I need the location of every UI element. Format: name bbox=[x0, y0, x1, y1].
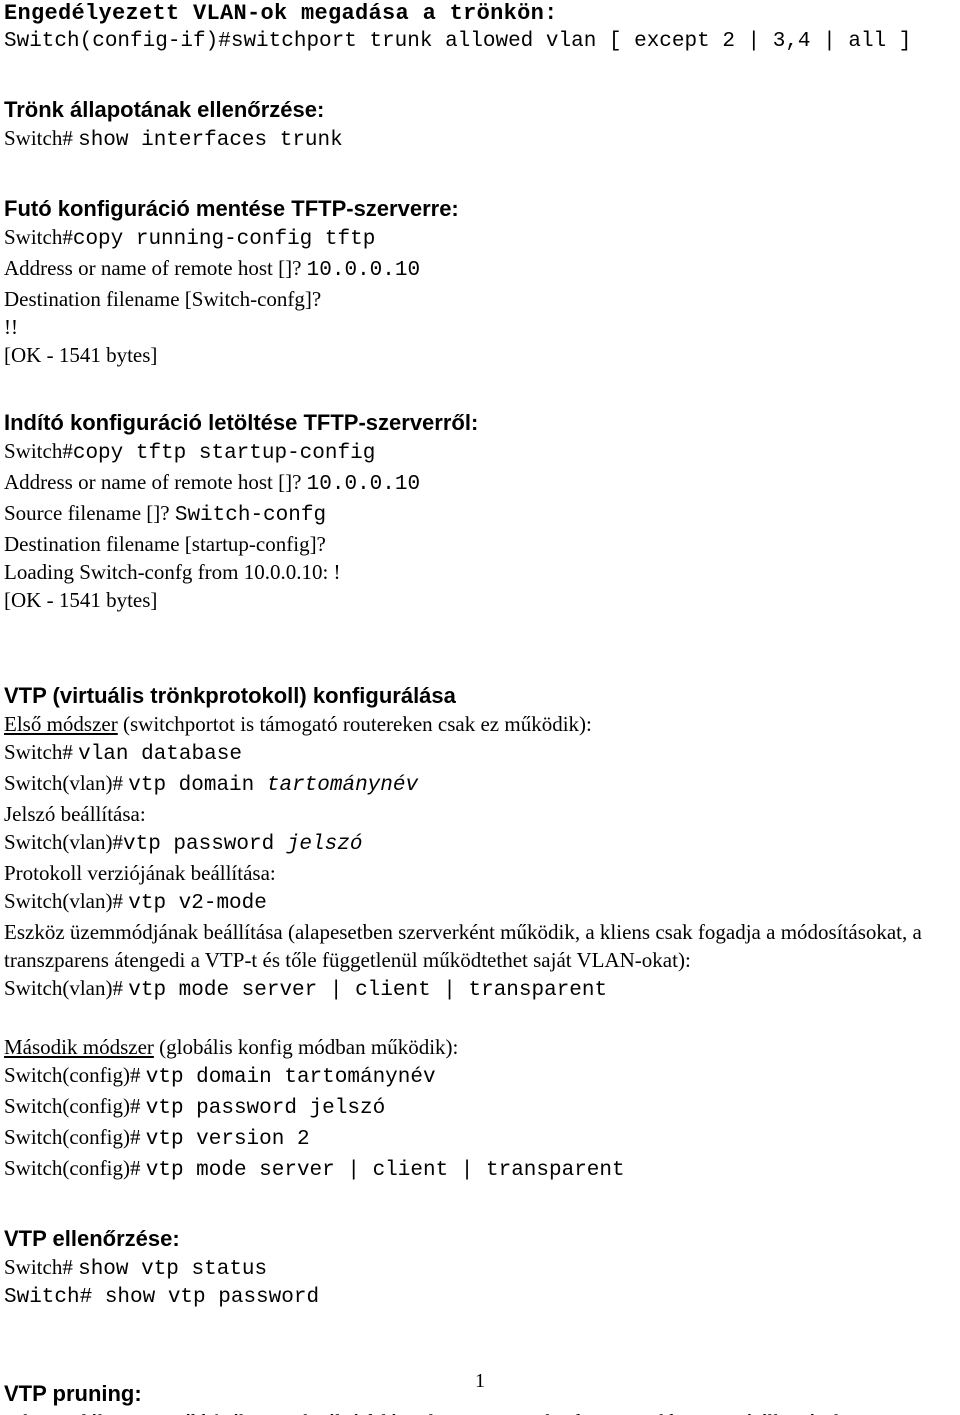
console-line: Destination filename [Switch-confg]? bbox=[4, 287, 322, 311]
pruning-paragraph: A kapcsolók nem továbbítják a trönk túls… bbox=[4, 1408, 954, 1415]
command-parameter: tartománynév bbox=[266, 774, 419, 797]
prompt-text: Source filename []? bbox=[4, 501, 175, 525]
console-line: Source filename []? Switch-confg bbox=[4, 499, 954, 530]
console-line: !! bbox=[4, 315, 18, 339]
command-text: vtp mode server | client | transparent bbox=[145, 1159, 625, 1182]
prompt-text: Switch# bbox=[4, 126, 79, 150]
command-text: 10.0.0.10 bbox=[306, 473, 421, 496]
command-text: vtp password bbox=[122, 833, 287, 856]
command-text: vtp v2-mode bbox=[128, 892, 267, 915]
method-one-label-underlined: Első módszer bbox=[4, 712, 118, 736]
command-text: vtp password jelszó bbox=[145, 1097, 386, 1120]
instruction-line: Protokoll verziójának beállítása: bbox=[4, 861, 276, 885]
command-parameter: jelszó bbox=[286, 833, 363, 856]
console-line: [OK - 1541 bytes] bbox=[4, 588, 158, 612]
prompt-text: Switch# bbox=[4, 740, 79, 764]
prompt-text: Switch(vlan)# bbox=[4, 889, 129, 913]
command-line: Switch(config-if)#switchport trunk allow… bbox=[4, 30, 912, 53]
prompt-text: Switch(vlan)# bbox=[4, 976, 129, 1000]
prompt-text: Switch(config)# bbox=[4, 1125, 146, 1149]
heading-vtp-config: VTP (virtuális trönkprotokoll) konfigurá… bbox=[4, 683, 456, 708]
prompt-text: Switch# bbox=[4, 225, 73, 249]
heading-trunk-status: Trönk állapotának ellenőrzése: bbox=[4, 97, 325, 122]
command-text: Switch-confg bbox=[174, 504, 327, 527]
command-line: Switch(vlan)#vtp password jelszó bbox=[4, 828, 954, 859]
prompt-text: Switch(vlan)# bbox=[4, 771, 129, 795]
prompt-text: Switch(config)# bbox=[4, 1063, 146, 1087]
command-text: copy running-config tftp bbox=[72, 228, 376, 251]
command-text: show vtp status bbox=[78, 1258, 268, 1281]
instruction-paragraph: Eszköz üzemmódjának beállítása (alapeset… bbox=[4, 920, 928, 972]
command-line: Switch(vlan)# vtp domain tartománynév bbox=[4, 769, 954, 800]
command-line: Switch(config)# vtp version 2 bbox=[4, 1123, 954, 1154]
instruction-line: Jelszó beállítása: bbox=[4, 802, 146, 826]
prompt-text: Switch(vlan)# bbox=[4, 830, 123, 854]
heading-save-running-config: Futó konfiguráció mentése TFTP-szerverre… bbox=[4, 196, 459, 221]
heading-load-startup-config: Indító konfiguráció letöltése TFTP-szerv… bbox=[4, 410, 479, 435]
heading-allowed-vlans: Engedélyezett VLAN-ok megadása a trönkön… bbox=[4, 1, 558, 26]
console-line: Destination filename [startup-config]? bbox=[4, 532, 326, 556]
prompt-text: Address or name of remote host []? bbox=[4, 256, 307, 280]
prompt-text: Switch# bbox=[4, 439, 73, 463]
prompt-text: Switch# bbox=[4, 1255, 79, 1279]
page-number: 1 bbox=[475, 1370, 485, 1392]
method-one-label-rest: (switchportot is támogató routereken csa… bbox=[117, 712, 592, 736]
console-line: [OK - 1541 bytes] bbox=[4, 343, 158, 367]
console-line: Address or name of remote host []? 10.0.… bbox=[4, 468, 954, 499]
command-text: 10.0.0.10 bbox=[306, 259, 421, 282]
command-line: Switch(vlan)# vtp mode server | client |… bbox=[4, 974, 954, 1005]
command-text: copy tftp startup-config bbox=[72, 442, 376, 465]
command-line: Switch#copy running-config tftp bbox=[4, 223, 954, 254]
command-text: vtp mode server | client | transparent bbox=[128, 979, 608, 1002]
command-line: Switch(vlan)# vtp v2-mode bbox=[4, 887, 954, 918]
command-text: vtp domain bbox=[128, 774, 267, 797]
command-line: Switch# show vtp password bbox=[4, 1286, 320, 1309]
command-line: Switch(config)# vtp mode server | client… bbox=[4, 1154, 954, 1185]
console-line: Address or name of remote host []? 10.0.… bbox=[4, 254, 954, 285]
console-line: Loading Switch-confg from 10.0.0.10: ! bbox=[4, 560, 341, 584]
prompt-text: Switch(config)# bbox=[4, 1094, 146, 1118]
command-line: Switch# show vtp status bbox=[4, 1253, 954, 1284]
heading-vtp-verify: VTP ellenőrzése: bbox=[4, 1226, 180, 1251]
command-line: Switch(config)# vtp domain tartománynév bbox=[4, 1061, 954, 1092]
document-page: Engedélyezett VLAN-ok megadása a trönkön… bbox=[0, 0, 960, 1415]
command-text: vlan database bbox=[78, 743, 242, 766]
command-line: Switch# show interfaces trunk bbox=[4, 124, 954, 155]
command-text: vtp domain tartománynév bbox=[145, 1066, 436, 1089]
prompt-text: Switch(config)# bbox=[4, 1156, 146, 1180]
method-one-label: Első módszer (switchportot is támogató r… bbox=[4, 710, 954, 738]
prompt-text: Address or name of remote host []? bbox=[4, 470, 307, 494]
command-line: Switch(config)# vtp password jelszó bbox=[4, 1092, 954, 1123]
command-line: Switch# vlan database bbox=[4, 738, 954, 769]
method-two-label: Második módszer (globális konfig módban … bbox=[4, 1033, 954, 1061]
command-text: vtp version 2 bbox=[145, 1128, 310, 1151]
command-line: Switch#copy tftp startup-config bbox=[4, 437, 954, 468]
command-text: show interfaces trunk bbox=[78, 129, 343, 152]
method-two-label-underlined: Második módszer bbox=[4, 1035, 154, 1059]
method-two-label-rest: (globális konfig módban működik): bbox=[153, 1035, 459, 1059]
